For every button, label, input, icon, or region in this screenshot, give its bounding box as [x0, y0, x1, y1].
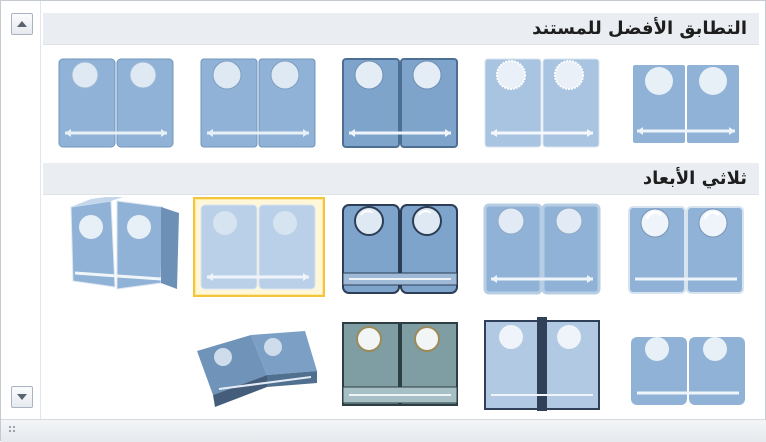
style-thumbnail[interactable]: [51, 197, 183, 297]
gallery-row-3d-2: [43, 313, 759, 413]
style-thumbnail[interactable]: [477, 313, 609, 413]
triangle-up-icon: [17, 21, 27, 27]
section-header-3d: ثلاثي الأبعاد: [43, 163, 759, 195]
style-thumbnail[interactable]: [51, 51, 183, 151]
scroll-up-button[interactable]: [11, 13, 33, 35]
style-thumbnail[interactable]: [619, 313, 751, 413]
resize-grip-icon[interactable]: [9, 426, 19, 436]
style-thumbnail[interactable]: [619, 197, 751, 297]
style-thumbnail[interactable]: [335, 51, 467, 151]
gallery-row-3d-1: [43, 197, 759, 297]
section-header-best-match: التطابق الأفضل للمستند: [43, 13, 759, 45]
style-thumbnail[interactable]: [193, 313, 325, 413]
gallery-row-best-match: [43, 51, 759, 151]
gallery-footer: [1, 419, 766, 442]
style-thumbnail[interactable]: [477, 197, 609, 297]
style-thumbnail-selected[interactable]: [193, 197, 325, 297]
style-thumbnail[interactable]: [335, 313, 467, 413]
style-thumbnail[interactable]: [477, 51, 609, 151]
section-title: التطابق الأفضل للمستند: [532, 18, 747, 39]
style-thumbnail[interactable]: [335, 197, 467, 297]
scroll-down-button[interactable]: [11, 386, 33, 408]
triangle-down-icon: [17, 394, 27, 400]
style-thumbnail[interactable]: [193, 51, 325, 151]
style-thumbnail[interactable]: [619, 51, 751, 151]
gallery-scrollbar[interactable]: [1, 1, 41, 419]
smartart-style-gallery: التطابق الأفضل للمستند ثلاثي الأبعاد: [0, 0, 766, 442]
section-title: ثلاثي الأبعاد: [642, 168, 747, 189]
